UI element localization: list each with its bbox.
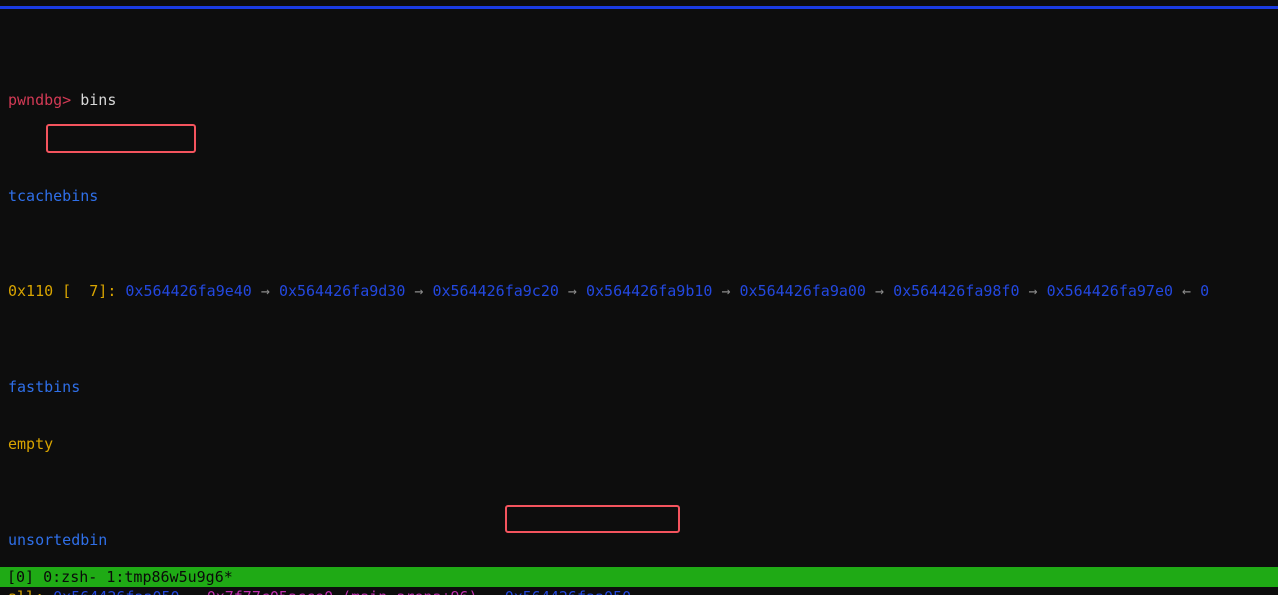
arrow-forward-icon: → <box>405 282 433 301</box>
tmux-status-bar[interactable]: [0] 0:zsh- 1:tmp86w5u9g6* <box>0 567 1278 587</box>
arrow-forward-icon: → <box>558 282 586 301</box>
unsortedbin-first-address: 0x564426faa050 <box>53 588 179 595</box>
tcache-chain-address: 0x564426fa98f0 <box>893 282 1020 301</box>
tcache-chain-address: 0x564426fa9d30 <box>278 282 406 301</box>
unsortedbin-key: all: <box>8 588 44 595</box>
arrow-back-icon: ← <box>1173 282 1201 301</box>
arrow-back-icon: ← <box>487 588 496 595</box>
tcache-size-label: 0x110 [ 7]: <box>8 282 117 301</box>
unsortedbin-entry-row: all: 0x564426faa050 → 0x7f77c05acce0 (ma… <box>8 588 1278 595</box>
tcachebin-entry-row: 0x110 [ 7]: 0x564426fa9e40 → 0x564426fa9… <box>8 282 1278 301</box>
arrow-forward-icon: → <box>1019 282 1047 301</box>
tcache-chain-terminator: 0 <box>1200 282 1210 301</box>
tcache-chain-address: 0x564426fa97e0 <box>1046 282 1174 301</box>
fastbins-label: fastbins <box>8 377 81 396</box>
main-arena-address: 0x7f77c05acce0 <box>207 588 333 595</box>
tcache-chain-address: 0x564426fa9c20 <box>432 282 559 301</box>
tmux-pane-border <box>0 6 1278 9</box>
tcache-chain: 0x564426fa9e40 → 0x564426fa9d30 → 0x5644… <box>125 282 1209 300</box>
main-arena-note: (main_arena+96) <box>342 588 477 595</box>
tcache-chain-address: 0x564426fa9e40 <box>125 282 252 301</box>
tcache-chain-address: 0x564426fa9b10 <box>586 282 713 301</box>
arrow-forward-icon: → <box>189 588 198 595</box>
terminal-output[interactable]: pwndbg> bins tcachebins 0x110 [ 7]: 0x56… <box>8 15 1278 595</box>
tcache-chain-address: 0x564426fa9a00 <box>739 282 866 301</box>
fastbins-value: empty <box>8 435 54 454</box>
command-line-bins: pwndbg> bins <box>8 91 1278 110</box>
unsortedbin-label: unsortedbin <box>8 530 108 549</box>
arrow-forward-icon: → <box>712 282 740 301</box>
tcachebins-label: tcachebins <box>8 186 99 205</box>
command-text-bins: bins <box>80 91 117 110</box>
arrow-forward-icon: → <box>251 282 279 301</box>
unsortedbin-last-address: 0x564426faa050 <box>505 588 631 595</box>
arrow-forward-icon: → <box>865 282 894 301</box>
shell-prompt: pwndbg> <box>8 91 72 110</box>
